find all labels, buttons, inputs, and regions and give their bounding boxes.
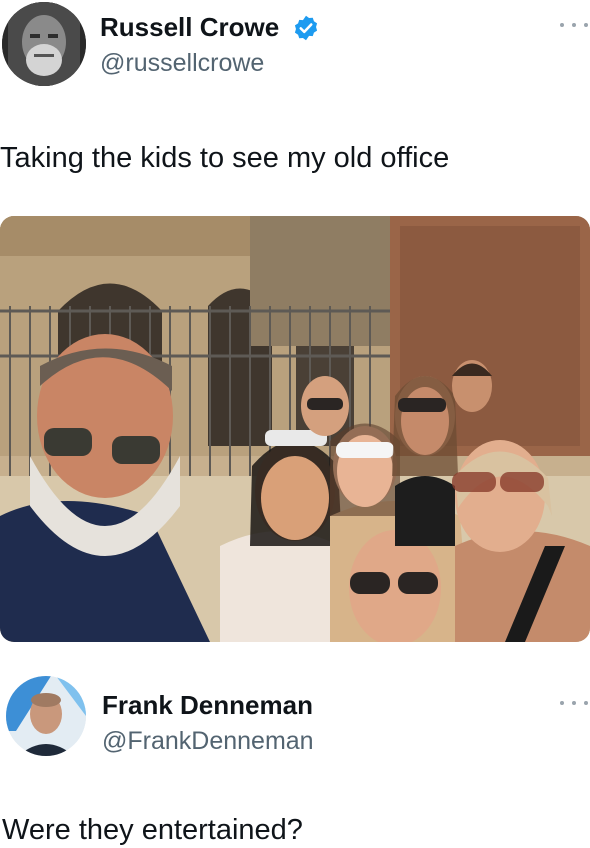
group-selfie-image [0,216,590,642]
verified-badge-icon [294,15,318,41]
tweet-russell-crowe: Russell Crowe @russellcrowe Taking the k… [0,0,590,650]
author-handle[interactable]: @russellcrowe [100,48,264,78]
more-options-icon[interactable] [560,20,588,30]
tweet-photo[interactable] [0,216,590,642]
more-options-icon[interactable] [560,698,588,708]
author-handle[interactable]: @FrankDenneman [102,726,314,756]
tweet-frank-denneman: Frank Denneman @FrankDenneman Were they … [0,650,590,848]
author-name[interactable]: Frank Denneman [102,690,313,720]
author-name[interactable]: Russell Crowe [100,12,279,42]
tweet-text: Taking the kids to see my old office [0,142,450,174]
tweet-text: Were they entertained? [2,814,303,846]
author-avatar[interactable] [2,2,86,86]
person-avatar-icon [2,2,86,86]
author-avatar[interactable] [6,676,86,756]
person-avatar-icon [6,676,86,756]
